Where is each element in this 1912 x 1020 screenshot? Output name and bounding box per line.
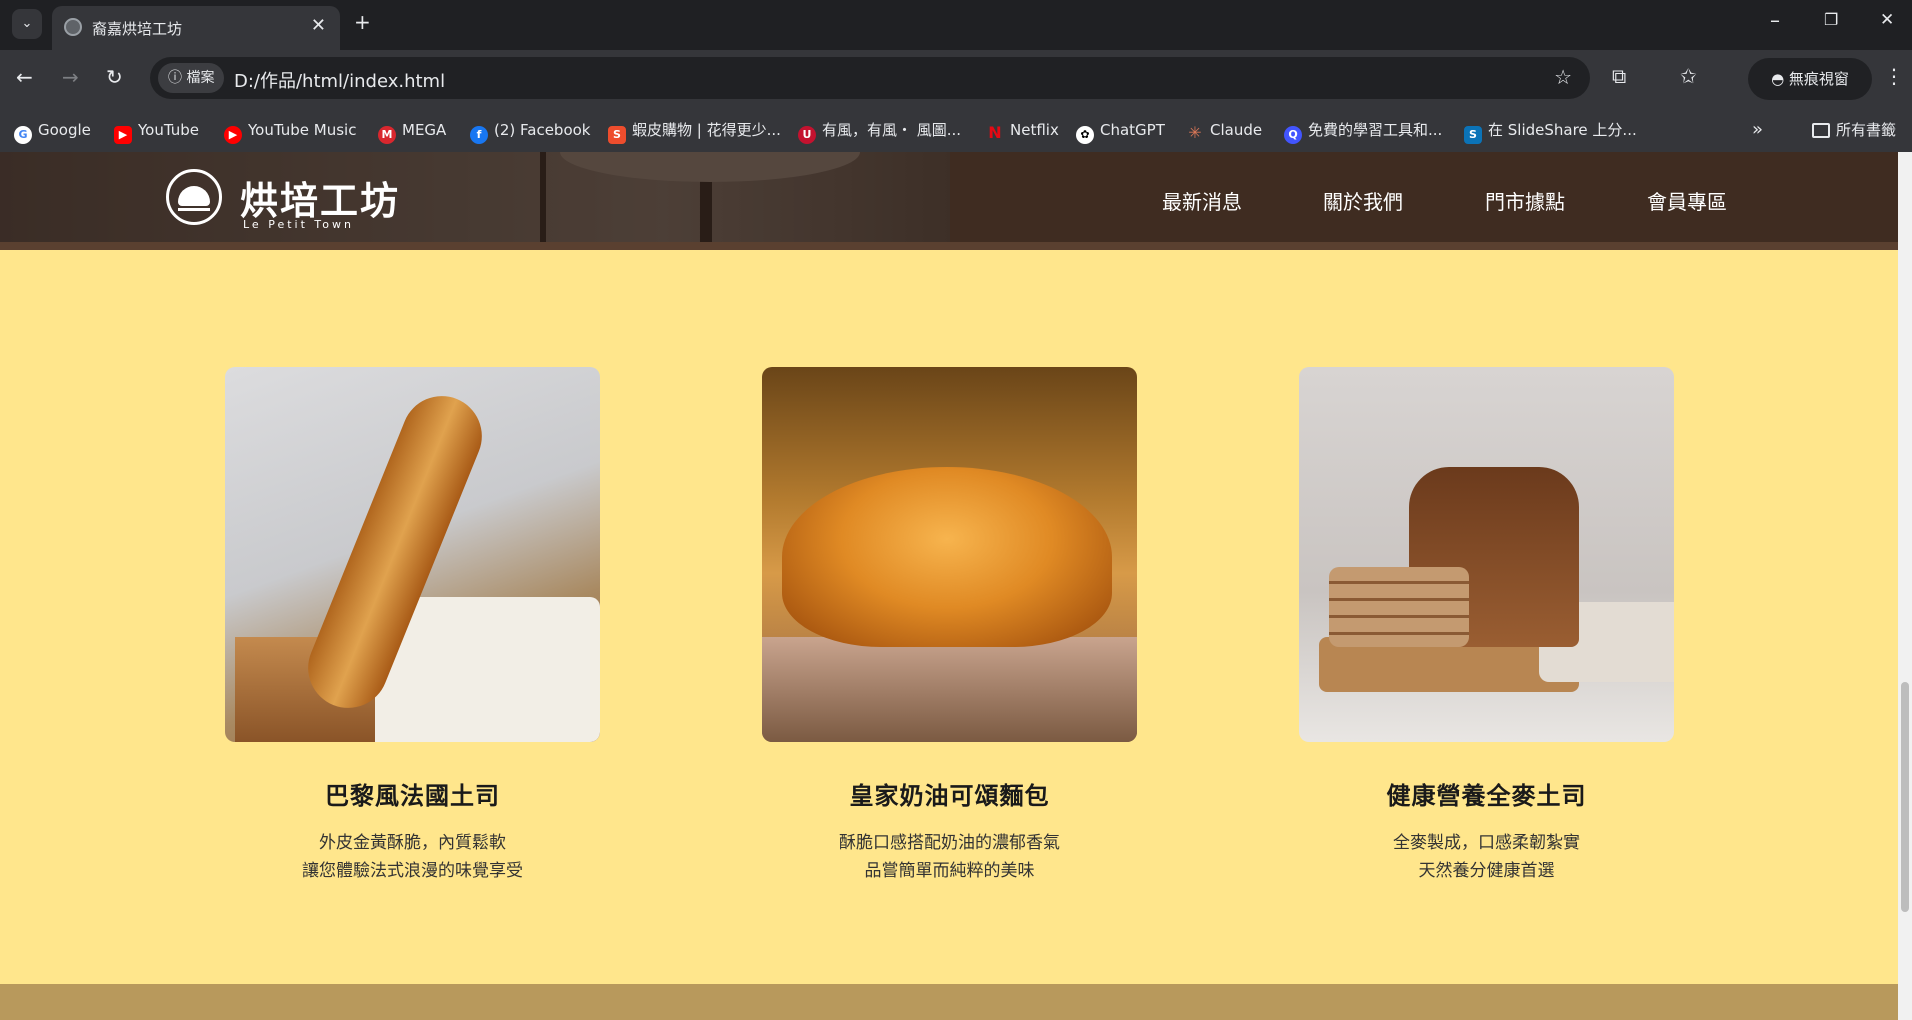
all-bookmarks-label: 所有書籤 <box>1836 121 1897 139</box>
site-header: 烘培工坊 Le Petit Town 最新消息 關於我們 門市據點 會員專區 <box>0 152 1898 242</box>
product-title: 健康營養全麥土司 <box>1386 782 1587 810</box>
bookmarks-panel-icon[interactable]: ✩ <box>1680 64 1697 88</box>
extensions-icon[interactable]: ⧉ <box>1612 64 1626 88</box>
page-viewport: 烘培工坊 Le Petit Town 最新消息 關於我們 門市據點 會員專區 巴… <box>0 152 1898 1020</box>
bookmark-youtube-music[interactable]: ▶ YouTube Music <box>224 108 356 152</box>
page-scrollbar[interactable] <box>1898 152 1912 1020</box>
folder-icon <box>1812 123 1830 138</box>
bookmark-youtube[interactable]: ▶ YouTube <box>114 108 199 152</box>
shopee-icon: S <box>608 126 626 144</box>
globe-icon <box>64 18 82 36</box>
bookmark-label: 免費的學習工具和... <box>1308 121 1443 139</box>
quizlet-icon: Q <box>1284 126 1302 144</box>
product-desc-line2: 品嘗簡單而純粹的美味 <box>864 861 1035 881</box>
chatgpt-icon: ✿ <box>1076 126 1094 144</box>
forward-icon[interactable]: → <box>62 65 79 89</box>
product-desc-line1: 外皮金黃酥脆，內質鬆軟 <box>319 833 506 853</box>
product-desc-line2: 讓您體驗法式浪漫的味覺享受 <box>302 861 523 881</box>
bookmark-label: 有風，有風・ 風圖... <box>822 121 962 139</box>
close-window-icon[interactable]: ✕ <box>1880 10 1894 30</box>
reload-icon[interactable]: ↻ <box>106 65 123 89</box>
bookmark-label: (2) Facebook <box>494 121 591 139</box>
site-info-chip[interactable]: ⓘ 檔案 <box>158 63 225 93</box>
browser-tab-bar: ⌄ 裔嘉烘培工坊 ✕ + – ❐ ✕ <box>0 0 1912 50</box>
incognito-badge[interactable]: ◓ 無痕視窗 <box>1748 58 1872 100</box>
google-icon: G <box>14 126 32 144</box>
menu-icon[interactable]: ⋮ <box>1884 64 1904 88</box>
product-desc-line1: 酥脆口感搭配奶油的濃郁香氣 <box>839 833 1060 853</box>
youtube-music-icon: ▶ <box>224 126 242 144</box>
bookmark-wind[interactable]: U 有風，有風・ 風圖... <box>798 108 961 152</box>
slideshare-icon: S <box>1464 126 1482 144</box>
all-bookmarks[interactable]: 所有書籤 <box>1812 108 1896 152</box>
back-icon[interactable]: ← <box>16 65 33 89</box>
bookmark-netflix[interactable]: N Netflix <box>986 108 1059 152</box>
header-divider <box>0 242 1898 250</box>
bookmark-label: 在 SlideShare 上分... <box>1488 121 1637 139</box>
product-desc-line2: 天然養分健康首選 <box>1418 861 1555 881</box>
baguette-image <box>225 367 600 742</box>
browser-toolbar: ← → ↻ ⓘ 檔案 D:/作品/html/index.html ☆ ⧉ ✩ ◓… <box>0 50 1912 108</box>
incognito-label: 無痕視窗 <box>1788 70 1849 88</box>
product-title: 皇家奶油可頌麵包 <box>849 782 1050 810</box>
nav-news[interactable]: 最新消息 <box>1162 186 1242 215</box>
incognito-icon: ◓ <box>1771 70 1789 88</box>
tab-search-icon[interactable]: ⌄ <box>12 9 42 39</box>
bookmark-star-icon[interactable]: ☆ <box>1554 65 1572 89</box>
bookmark-label: Netflix <box>1010 121 1059 139</box>
logo-bread-icon[interactable] <box>166 169 222 225</box>
nav-stores[interactable]: 門市據點 <box>1485 186 1565 215</box>
bookmark-claude[interactable]: ✳ Claude <box>1186 108 1262 152</box>
product-desc-line1: 全麥製成，口感柔韌紮實 <box>1393 833 1580 853</box>
site-brand[interactable]: 烘培工坊 <box>240 170 400 225</box>
wholewheat-bread-image <box>1299 367 1674 742</box>
claude-icon: ✳ <box>1188 123 1202 142</box>
nav-about[interactable]: 關於我們 <box>1323 186 1403 215</box>
minimize-icon[interactable]: – <box>1770 8 1780 32</box>
file-label: 檔案 <box>186 70 215 86</box>
scrollbar-thumb[interactable] <box>1901 682 1909 912</box>
youtube-icon: ▶ <box>114 126 132 144</box>
bookmark-label: MEGA <box>402 121 447 139</box>
bookmark-google[interactable]: G Google <box>14 108 91 152</box>
new-tab-icon[interactable]: + <box>354 10 371 34</box>
bookmark-slideshare[interactable]: S 在 SlideShare 上分... <box>1464 108 1637 152</box>
bookmark-shopee[interactable]: S 蝦皮購物 | 花得更少... <box>608 108 781 152</box>
bookmark-quizlet[interactable]: Q 免費的學習工具和... <box>1284 108 1442 152</box>
facebook-icon: f <box>470 126 488 144</box>
bookmark-label: YouTube <box>138 121 199 139</box>
bookmark-label: 蝦皮購物 | 花得更少... <box>632 121 781 139</box>
bookmark-label: Google <box>38 121 91 139</box>
restore-icon[interactable]: ❐ <box>1824 10 1838 29</box>
site-brand-subtitle: Le Petit Town <box>243 218 354 231</box>
tab-title: 裔嘉烘培工坊 <box>92 20 183 38</box>
bookmark-chatgpt[interactable]: ✿ ChatGPT <box>1076 108 1165 152</box>
bookmark-mega[interactable]: M MEGA <box>378 108 446 152</box>
wind-icon: U <box>798 126 816 144</box>
bookmark-label: Claude <box>1210 121 1263 139</box>
product-title: 巴黎風法國土司 <box>325 782 500 810</box>
close-icon[interactable]: ✕ <box>311 15 326 36</box>
bookmarks-bar: G Google ▶ YouTube ▶ YouTube Music M MEGA f (… <box>0 108 1912 153</box>
address-bar[interactable]: ⓘ 檔案 D:/作品/html/index.html ☆ <box>150 57 1590 99</box>
browser-tab[interactable]: 裔嘉烘培工坊 ✕ <box>52 6 340 50</box>
site-footer <box>0 984 1898 1020</box>
header-hero-photo <box>0 152 950 242</box>
bookmark-label: YouTube Music <box>248 121 357 139</box>
bookmark-facebook[interactable]: f (2) Facebook <box>470 108 591 152</box>
croissant-image <box>762 367 1137 742</box>
more-bookmarks-icon[interactable]: » <box>1752 108 1763 152</box>
url-text[interactable]: D:/作品/html/index.html <box>234 67 445 93</box>
netflix-icon: N <box>988 123 1002 142</box>
bookmark-label: ChatGPT <box>1100 121 1165 139</box>
nav-members[interactable]: 會員專區 <box>1647 186 1727 215</box>
mega-icon: M <box>378 126 396 144</box>
